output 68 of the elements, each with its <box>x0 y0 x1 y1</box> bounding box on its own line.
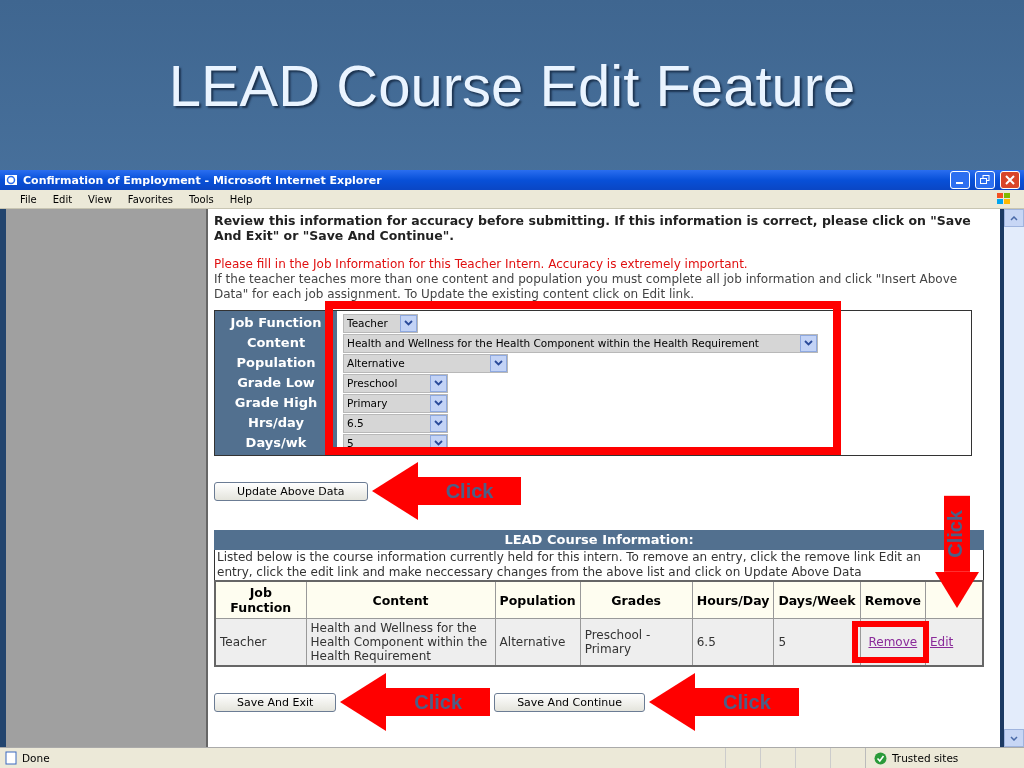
dropdown[interactable]: Teacher <box>343 313 418 333</box>
window-title: Confirmation of Employment - Microsoft Internet Explorer <box>23 173 383 187</box>
restore-icon <box>980 175 990 185</box>
remove-link[interactable]: Remove <box>868 635 918 649</box>
menu-item[interactable]: File <box>12 193 45 205</box>
field-label: Population <box>235 354 317 372</box>
field-label: Job Function <box>228 314 323 332</box>
field-label: Grade Low <box>236 374 316 392</box>
dropdown[interactable]: Primary <box>343 393 448 413</box>
intro-text: Review this information for accuracy before submitting. If this information is correct, please click on "Save And Exit" or "Save And Continue". <box>214 213 972 243</box>
page-icon <box>4 751 18 765</box>
close-button[interactable] <box>1000 171 1020 189</box>
click-label: Click <box>386 688 491 716</box>
check-icon <box>874 751 887 765</box>
field-label: Days/wk <box>244 434 308 452</box>
column-header: Population <box>495 581 581 619</box>
arrowhead-icon <box>935 571 979 608</box>
edit-link[interactable]: Edit <box>930 635 954 649</box>
chevron-down-icon <box>800 334 817 352</box>
menu-item[interactable]: Tools <box>181 193 222 205</box>
table-cell: Health and Wellness for the Health Component within the Health Requirement <box>306 618 496 666</box>
chevron-down-icon <box>400 314 417 332</box>
field-label: Content <box>245 334 307 352</box>
click-label: Click <box>695 688 799 716</box>
chevron-down-icon <box>430 394 447 412</box>
dropdown[interactable]: Alternative <box>343 353 508 373</box>
menu-item[interactable]: View <box>80 193 120 205</box>
dropdown[interactable]: Health and Wellness for the Health Component within the Health Requirement <box>343 333 818 353</box>
field-label: Hrs/day <box>247 414 305 432</box>
click-label: Click <box>417 477 522 505</box>
table-cell: Teacher <box>215 618 307 666</box>
update-button[interactable]: Update Above Data <box>214 481 368 501</box>
close-icon <box>1005 175 1015 185</box>
chevron-down-icon <box>1010 735 1018 741</box>
arrowhead-icon <box>340 673 387 731</box>
menu-item[interactable]: Edit <box>44 193 81 205</box>
menu-item[interactable]: Help <box>221 193 261 205</box>
dropdown[interactable]: 6.5 <box>343 413 448 433</box>
save-continue-button[interactable]: Save And Continue <box>494 692 646 712</box>
arrowhead-icon <box>371 462 418 520</box>
browser-logo-icon <box>4 173 18 187</box>
column-header: Grades <box>580 581 693 619</box>
field-label: Grade High <box>233 394 319 412</box>
chevron-down-icon <box>490 354 507 372</box>
table-cell: Preschool - Primary <box>580 618 693 666</box>
column-header: Content <box>306 581 496 619</box>
column-header: Remove <box>860 581 926 619</box>
notice-text: Please fill in the Job Information for this Teacher Intern. Accuracy is extremely important. <box>214 257 749 272</box>
dropdown[interactable]: Preschool <box>343 373 448 393</box>
arrowhead-icon <box>649 673 696 731</box>
click-label: Click <box>944 496 970 572</box>
menu-item[interactable]: Favorites <box>119 193 181 205</box>
column-header: Hours/Day <box>692 581 774 619</box>
column-header: Job Function <box>215 581 307 619</box>
minimize-button[interactable] <box>950 171 970 189</box>
slide-title: LEAD Course Edit Feature <box>168 51 856 119</box>
windows-flag-icon <box>996 192 1012 206</box>
instructions-text: If the teacher teaches more than one content and population you must complete all job information and click "Insert Above Data" for each job assignment. To Update the existing content click on Edit link. <box>214 272 959 302</box>
table-cell: 6.5 <box>692 618 774 666</box>
status-text: Done <box>21 752 51 764</box>
save-exit-button[interactable]: Save And Exit <box>214 692 337 712</box>
zone-text: Trusted sites <box>892 752 959 764</box>
table-cell: Alternative <box>495 618 581 666</box>
chevron-down-icon <box>430 374 447 392</box>
restore-button[interactable] <box>975 171 995 189</box>
column-header: Days/Week <box>773 581 861 619</box>
chevron-up-icon <box>1010 215 1018 221</box>
chevron-down-icon <box>430 414 447 432</box>
